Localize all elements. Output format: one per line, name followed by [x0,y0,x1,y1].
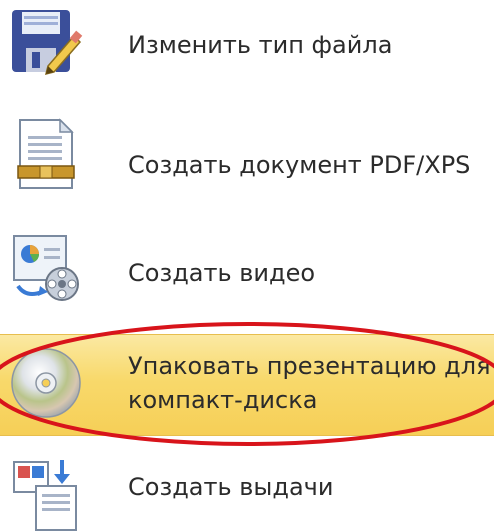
pdf-document-icon [17,118,75,189]
menu-item-create-handouts[interactable]: Создать выдачи [0,446,494,532]
menu-item-change-file-type[interactable]: Изменить тип файла [0,0,494,92]
video-icon [13,235,79,301]
menu-item-package-for-cd[interactable]: Упаковать презентацию для компакт-диска [0,334,494,436]
menu-item-create-video[interactable]: Создать видео [0,224,494,320]
menu-item-label: Изменить тип файла [128,31,393,59]
menu-item-label: Создать документ PDF/XPS [128,151,471,179]
menu-item-label: Упаковать презентацию для компакт-диска [128,349,494,417]
handouts-icon [13,460,77,531]
save-as-icon [12,10,83,76]
export-menu: Изменить тип файла Создать документ PDF/… [0,0,494,532]
label-line-1: Упаковать презентацию для [128,352,491,380]
cd-disc-icon [11,348,81,418]
menu-item-label: Создать видео [128,259,316,287]
label-line-2: компакт-диска [128,386,318,414]
menu-item-create-pdf-xps[interactable]: Создать документ PDF/XPS [0,110,494,210]
menu-item-label: Создать выдачи [128,473,334,501]
